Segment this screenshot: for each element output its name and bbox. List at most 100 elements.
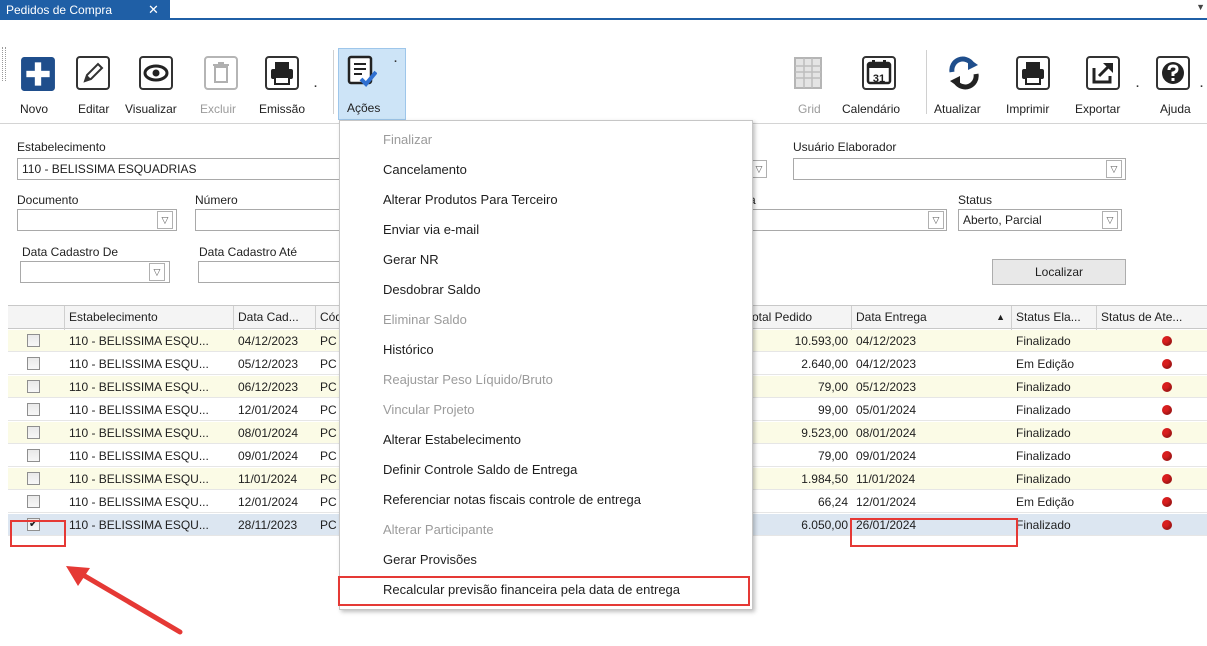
menu-item: Alterar Participante xyxy=(383,522,494,537)
localizar-button[interactable]: Localizar xyxy=(992,259,1126,285)
numero-input[interactable] xyxy=(195,209,345,231)
ajuda-button[interactable]: . Ajuda xyxy=(1150,26,1203,126)
cell-data-cadastro: 05/12/2023 xyxy=(238,357,299,371)
usuario-elaborador-dropdown-icon[interactable]: ▽ xyxy=(1106,160,1122,178)
grid-button[interactable]: Grid xyxy=(788,26,830,126)
tab-title: Pedidos de Compra xyxy=(6,3,113,17)
row-checkbox[interactable] xyxy=(27,334,40,347)
sort-ascending-icon: ▲ xyxy=(996,312,1005,322)
menu-item[interactable]: Alterar Estabelecimento xyxy=(383,425,521,455)
row-checkbox[interactable] xyxy=(27,472,40,485)
documento-select[interactable] xyxy=(17,209,177,231)
status-atendimento-dot-icon xyxy=(1162,359,1172,369)
header-data-entrega-label: Data Entrega xyxy=(856,310,927,324)
refresh-icon xyxy=(949,56,979,90)
tab-pedidos-de-compra[interactable]: Pedidos de Compra ✕ xyxy=(0,0,170,20)
novo-label: Novo xyxy=(20,102,49,116)
editar-label: Editar xyxy=(78,102,110,116)
header-total-pedido[interactable]: otal Pedido xyxy=(748,306,852,330)
header-data-cadastro[interactable]: Data Cad... xyxy=(234,306,316,330)
status-select[interactable]: Aberto, Parcial xyxy=(958,209,1122,231)
row-checkbox[interactable] xyxy=(27,495,40,508)
menu-item[interactable]: Alterar Produtos Para Terceiro xyxy=(383,185,558,215)
novo-button[interactable]: Novo xyxy=(14,26,55,126)
plus-icon xyxy=(21,57,55,91)
data-cadastro-de-input[interactable] xyxy=(20,261,170,283)
imprimir-button[interactable]: Imprimir xyxy=(1004,26,1064,126)
menu-item[interactable]: Histórico xyxy=(383,335,434,365)
cell-data-cadastro: 04/12/2023 xyxy=(238,334,299,348)
hidden-field-2-dropdown-icon[interactable]: ▽ xyxy=(928,211,944,229)
excluir-button[interactable]: Excluir xyxy=(198,26,244,126)
hidden-field-dropdown-icon[interactable]: ▽ xyxy=(751,160,767,178)
header-checkbox-column[interactable] xyxy=(8,306,65,330)
status-value: Aberto, Parcial xyxy=(963,213,1042,227)
cell-total-pedido: 79,00 xyxy=(817,449,848,463)
menu-item[interactable]: Gerar NR xyxy=(383,245,439,275)
cell-total-pedido: 9.523,00 xyxy=(801,426,848,440)
usuario-elaborador-label: Usuário Elaborador xyxy=(793,140,897,154)
emissao-dropdown-icon[interactable]: . xyxy=(314,78,317,90)
row-checkbox[interactable] xyxy=(27,380,40,393)
header-estabelecimento[interactable]: Estabelecimento xyxy=(65,306,234,330)
cell-total-pedido: 1.984,50 xyxy=(801,472,848,486)
cell-total-pedido: 79,00 xyxy=(817,380,848,394)
data-cadastro-de-dropdown-icon[interactable]: ▽ xyxy=(149,263,165,281)
toolbar-grip[interactable] xyxy=(2,47,6,81)
tab-close-icon[interactable]: ✕ xyxy=(148,0,159,20)
menu-item[interactable]: Definir Controle Saldo de Entrega xyxy=(383,455,577,485)
menu-item[interactable]: Cancelamento xyxy=(383,155,467,185)
cell-status-elaboracao: Em Edição xyxy=(1016,357,1075,371)
header-status-elaboracao[interactable]: Status Ela... xyxy=(1012,306,1097,330)
cell-estabelecimento: 110 - BELISSIMA ESQU... xyxy=(69,334,209,348)
editar-button[interactable]: Editar xyxy=(70,26,114,126)
grid-icon xyxy=(794,57,822,89)
calendario-button[interactable]: 31 Calendário xyxy=(842,26,916,126)
cell-status-elaboracao: Finalizado xyxy=(1016,380,1071,394)
cell-data-entrega: 08/01/2024 xyxy=(856,426,917,440)
ajuda-dropdown-icon[interactable]: . xyxy=(1200,78,1203,90)
status-dropdown-icon[interactable]: ▽ xyxy=(1102,211,1118,229)
menu-item[interactable]: Referenciar notas fiscais controle de en… xyxy=(383,485,641,515)
cell-data-cadastro: 12/01/2024 xyxy=(238,403,299,417)
tab-overflow-chevron-icon[interactable]: ▼ xyxy=(1196,2,1205,12)
exportar-button[interactable]: . Exportar xyxy=(1072,26,1140,126)
row-checkbox[interactable] xyxy=(27,449,40,462)
row-checkbox[interactable] xyxy=(27,357,40,370)
cell-data-entrega: 05/01/2024 xyxy=(856,403,917,417)
menu-item[interactable]: Enviar via e-mail xyxy=(383,215,479,245)
cell-estabelecimento: 110 - BELISSIMA ESQU... xyxy=(69,380,209,394)
printer-icon xyxy=(1016,56,1050,90)
documento-dropdown-icon[interactable]: ▽ xyxy=(157,211,173,229)
visualizar-button[interactable]: Visualizar xyxy=(125,26,189,126)
cell-estabelecimento: 110 - BELISSIMA ESQU... xyxy=(69,426,209,440)
grid-label: Grid xyxy=(798,102,821,116)
status-atendimento-dot-icon xyxy=(1162,382,1172,392)
printer-icon xyxy=(265,56,299,90)
atualizar-button[interactable]: Atualizar xyxy=(932,26,998,126)
data-cadastro-ate-input[interactable] xyxy=(198,261,344,283)
cell-data-cadastro: 11/01/2024 xyxy=(238,472,298,486)
header-data-entrega[interactable]: Data Entrega ▲ xyxy=(852,306,1012,330)
cell-status-elaboracao: Finalizado xyxy=(1016,449,1071,463)
row-checkbox[interactable] xyxy=(27,403,40,416)
status-atendimento-dot-icon xyxy=(1162,497,1172,507)
toolbar-separator xyxy=(333,50,334,114)
estabelecimento-select[interactable]: 110 - BELISSIMA ESQUADRIAS xyxy=(17,158,347,180)
imprimir-label: Imprimir xyxy=(1006,102,1050,116)
cell-estabelecimento: 110 - BELISSIMA ESQU... xyxy=(69,495,209,509)
hidden-field-select[interactable] xyxy=(749,209,947,231)
calendar-day-number: 31 xyxy=(872,73,886,85)
menu-item[interactable]: Gerar Provisões xyxy=(383,545,477,575)
exportar-dropdown-icon[interactable]: . xyxy=(1136,78,1139,90)
usuario-elaborador-select[interactable] xyxy=(793,158,1126,180)
help-icon xyxy=(1156,56,1190,90)
menu-item[interactable]: Desdobrar Saldo xyxy=(383,275,481,305)
acoes-label: Ações xyxy=(347,101,381,115)
header-status-atendimento[interactable]: Status de Ate... xyxy=(1097,306,1207,330)
emissao-button[interactable]: . Emissão xyxy=(254,26,318,126)
app-window: Pedidos de Compra ✕ ▼ Novo Editar Visual… xyxy=(0,0,1207,646)
row-checkbox[interactable] xyxy=(27,426,40,439)
acoes-dropdown-icon[interactable]: . xyxy=(394,53,397,65)
acoes-button[interactable]: . Ações xyxy=(338,48,406,120)
